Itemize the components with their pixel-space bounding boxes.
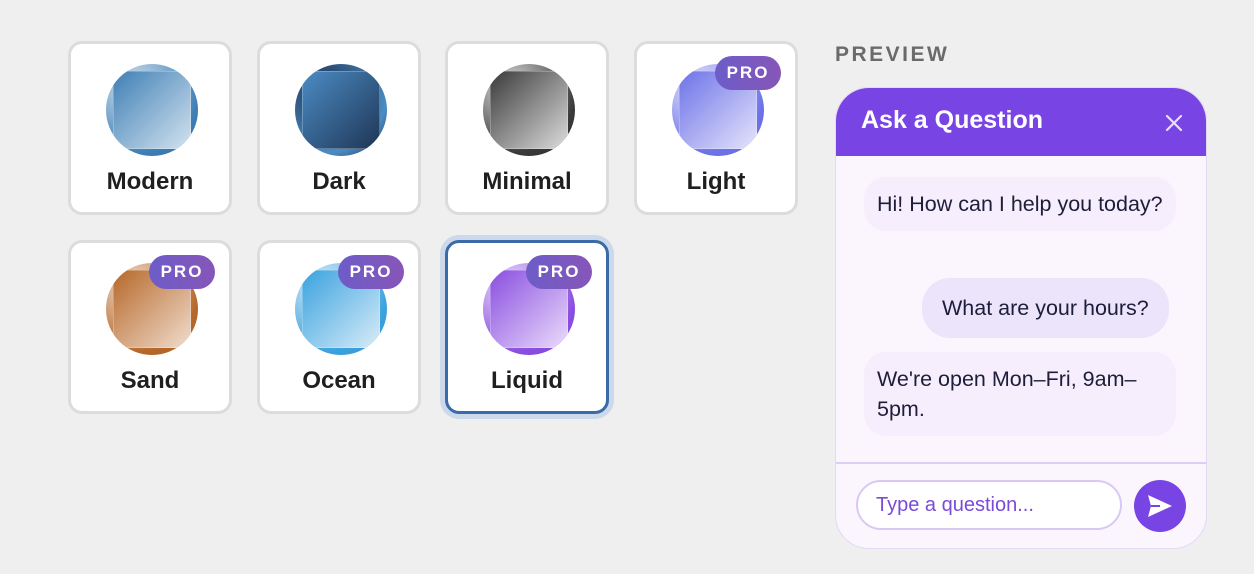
- theme-label-modern: Modern: [106, 168, 194, 195]
- chat-title: Ask a Question: [861, 106, 1043, 134]
- theme-grid: Modern Dark Minimal PRO Light PRO Sand P…: [68, 41, 808, 421]
- theme-card-liquid[interactable]: PRO Liquid: [445, 240, 609, 414]
- theme-swatch-minimal: [483, 64, 575, 156]
- preview-heading: PREVIEW: [835, 43, 950, 66]
- theme-label-liquid: Liquid: [491, 367, 563, 394]
- chat-widget-preview: Ask a Question Hi! How can I help you to…: [835, 87, 1207, 549]
- pro-badge: PRO: [149, 255, 215, 289]
- divider: [836, 462, 1206, 464]
- close-icon[interactable]: [1162, 111, 1186, 135]
- send-icon: [1148, 495, 1172, 517]
- theme-label-sand: Sand: [120, 367, 180, 394]
- theme-card-dark[interactable]: Dark: [257, 41, 421, 215]
- theme-card-modern[interactable]: Modern: [68, 41, 232, 215]
- theme-card-ocean[interactable]: PRO Ocean: [257, 240, 421, 414]
- send-button[interactable]: [1134, 480, 1186, 532]
- theme-label-light: Light: [686, 168, 746, 195]
- theme-card-light[interactable]: PRO Light: [634, 41, 798, 215]
- user-message: What are your hours?: [922, 278, 1169, 338]
- theme-swatch-dark: [295, 64, 387, 156]
- theme-label-dark: Dark: [312, 168, 366, 195]
- pro-badge: PRO: [526, 255, 592, 289]
- bot-message: We're open Mon–Fri, 9am–5pm.: [864, 352, 1176, 436]
- pro-badge: PRO: [338, 255, 404, 289]
- pro-badge: PRO: [715, 56, 781, 90]
- theme-swatch-modern: [106, 64, 198, 156]
- theme-card-sand[interactable]: PRO Sand: [68, 240, 232, 414]
- chat-header: Ask a Question: [836, 88, 1206, 156]
- theme-label-minimal: Minimal: [482, 168, 572, 195]
- theme-label-ocean: Ocean: [302, 367, 376, 394]
- bot-message: Hi! How can I help you today?: [864, 177, 1176, 231]
- theme-card-minimal[interactable]: Minimal: [445, 41, 609, 215]
- question-input[interactable]: [856, 480, 1122, 530]
